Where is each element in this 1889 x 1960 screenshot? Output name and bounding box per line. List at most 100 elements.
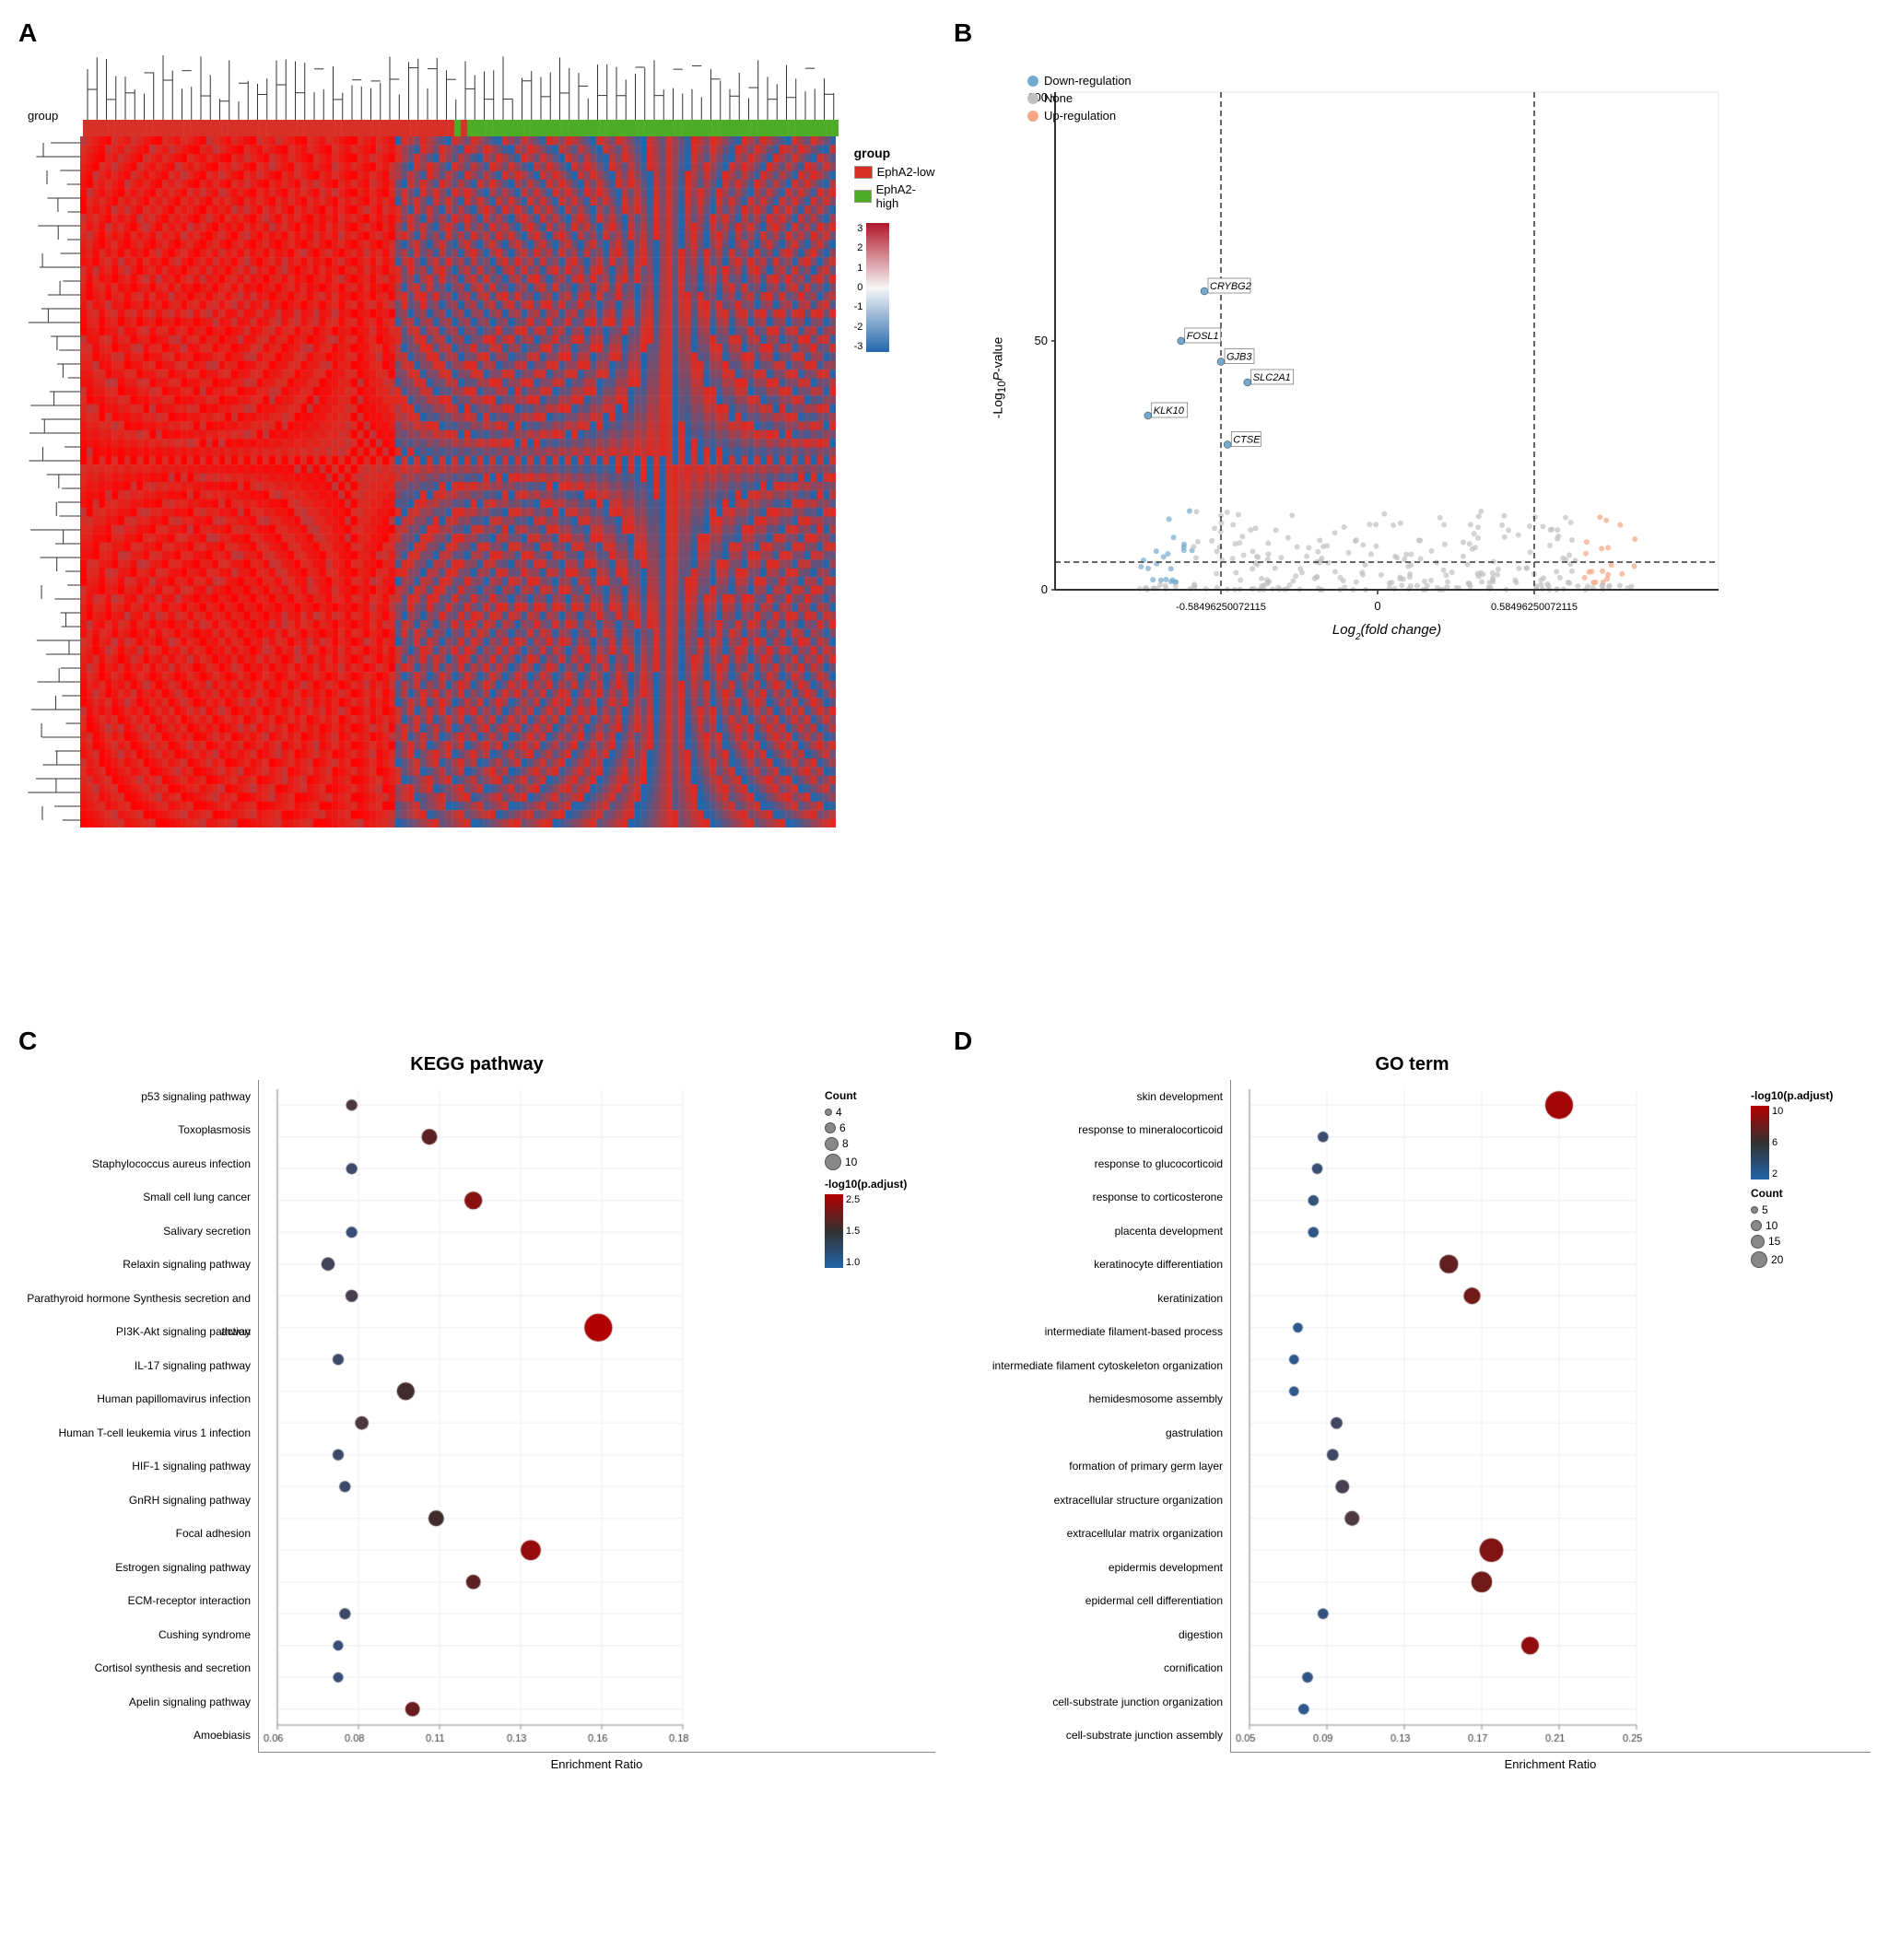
go-xaxis-label: Enrichment Ratio [1230, 1757, 1871, 1771]
dendrogram-top [83, 46, 839, 120]
yaxis-label: extracellular matrix organization [1067, 1517, 1223, 1551]
svg-text:-0.58496250072115: -0.58496250072115 [1176, 602, 1266, 613]
legend-epha2-high: EphA2-high [876, 182, 935, 210]
svg-text:50: 50 [1035, 334, 1048, 347]
yaxis-label: Toxoplasmosis [178, 1113, 251, 1147]
count-6: 6 [839, 1121, 846, 1134]
yaxis-label: placenta development [1115, 1215, 1223, 1249]
kegg-chart-area: Count 4 6 8 10 -log10(p.adju [258, 1080, 935, 1753]
go-padjust-legend-title: -log10(p.adjust) [1751, 1089, 1880, 1102]
yaxis-label: Small cell lung cancer [143, 1180, 251, 1215]
yaxis-label: intermediate filament-based process [1045, 1315, 1223, 1349]
yaxis-label: p53 signaling pathway [141, 1080, 251, 1114]
panel-d: D GO term skin developmentresponse to mi… [954, 1027, 1871, 1942]
yaxis-label: hemidesmosome assembly [1089, 1382, 1223, 1416]
yaxis-label: Apelin signaling pathway [129, 1685, 251, 1719]
yaxis-label: cornification [1164, 1651, 1223, 1685]
yaxis-label: Staphylococcus aureus infection [92, 1147, 251, 1181]
yaxis-label: Human papillomavirus infection [97, 1382, 251, 1416]
yaxis-label: response to glucocorticoid [1095, 1147, 1223, 1181]
go-chart-area: -log10(p.adjust) 10 6 2 Count 5 [1230, 1080, 1871, 1753]
go-count-5: 5 [1762, 1203, 1768, 1216]
kegg-yaxis: p53 signaling pathwayToxoplasmosisStaphy… [18, 1080, 258, 1753]
svg-text:CTSE: CTSE [1233, 435, 1261, 446]
yaxis-label: Cortisol synthesis and secretion [95, 1651, 251, 1685]
scale-0: 0 [854, 282, 863, 293]
yaxis-label: GnRH signaling pathway [129, 1484, 251, 1518]
color-scale-canvas [866, 223, 889, 352]
kegg-scale-high: 2.5 [846, 1194, 860, 1205]
go-legend: -log10(p.adjust) 10 6 2 Count 5 [1751, 1089, 1880, 1275]
yaxis-label: Parathyroid hormone Synthesis secretion … [18, 1282, 251, 1316]
kegg-scale-low: 1.0 [846, 1257, 860, 1268]
go-count-legend-title: Count [1751, 1187, 1880, 1200]
yaxis-label: response to corticosterone [1093, 1180, 1223, 1215]
go-canvas [1231, 1080, 1766, 1753]
svg-text:0.58496250072115: 0.58496250072115 [1491, 602, 1578, 613]
yaxis-label: keratinization [1157, 1282, 1223, 1316]
svg-text:Log2(fold change): Log2(fold change) [1332, 622, 1441, 642]
yaxis-label: HIF-1 signaling pathway [132, 1449, 251, 1484]
volcano-legend: Down-regulation None Up-regulation [1027, 74, 1132, 123]
yaxis-label: Cushing syndrome [158, 1618, 251, 1652]
scale-1-neg: -1 [854, 301, 863, 312]
kegg-canvas [259, 1080, 812, 1753]
svg-text:0: 0 [1041, 582, 1048, 596]
yaxis-label: cell-substrate junction assembly [1066, 1719, 1223, 1753]
kegg-padjust-legend-title: -log10(p.adjust) [825, 1178, 944, 1191]
yaxis-label: intermediate filament cytoskeleton organ… [992, 1349, 1223, 1383]
panel-b: B Down-regulation None Up-regulation -Lo… [954, 18, 1871, 999]
svg-text:CRYBG2: CRYBG2 [1210, 281, 1251, 292]
panel-c-label: C [18, 1027, 37, 1056]
panel-d-label: D [954, 1027, 972, 1056]
yaxis-label: ECM-receptor interaction [128, 1584, 251, 1618]
yaxis-label: Focal adhesion [176, 1517, 251, 1551]
yaxis-label: keratinocyte differentiation [1094, 1248, 1223, 1282]
svg-text:GJB3: GJB3 [1226, 352, 1252, 363]
go-count-20: 20 [1771, 1253, 1783, 1266]
svg-text:0: 0 [1374, 599, 1380, 613]
go-count-10: 10 [1766, 1219, 1778, 1232]
svg-text:KLK10: KLK10 [1154, 405, 1185, 417]
yaxis-label: extracellular structure organization [1054, 1484, 1223, 1518]
yaxis-label: IL-17 signaling pathway [135, 1349, 251, 1383]
legend-epha2-low: EphA2-low [877, 165, 935, 179]
kegg-count-legend-title: Count [825, 1089, 944, 1102]
kegg-xaxis-label: Enrichment Ratio [258, 1757, 935, 1771]
yaxis-label: digestion [1179, 1618, 1223, 1652]
panel-a-label: A [18, 18, 37, 48]
go-scale-high: 10 [1772, 1106, 1783, 1117]
count-4: 4 [836, 1106, 842, 1119]
panel-c: C KEGG pathway p53 signaling pathwayToxo… [18, 1027, 935, 1942]
go-scale-mid: 6 [1772, 1137, 1783, 1148]
yaxis-label: Relaxin signaling pathway [123, 1248, 251, 1282]
yaxis-label: PI3K-Akt signaling pathway [116, 1315, 251, 1349]
volcano-yaxis-label: -Log10P-value [990, 337, 1008, 418]
yaxis-label: cell-substrate junction organization [1052, 1685, 1223, 1719]
scale-2-neg: -2 [854, 322, 863, 333]
group-label-text: group [28, 109, 58, 123]
legend-none: None [1044, 91, 1073, 105]
scale-2-pos: 2 [854, 242, 863, 253]
yaxis-label: skin development [1137, 1080, 1223, 1114]
go-scale-low: 2 [1772, 1168, 1783, 1180]
yaxis-label: gastrulation [1166, 1416, 1223, 1450]
volcano-svg: 0 50 100 -0.58496250072115 0 0.584962500… [1009, 83, 1765, 654]
legend-downreg: Down-regulation [1044, 74, 1132, 88]
heatmap-legend: group EphA2-low EphA2-high 3 2 [854, 146, 935, 827]
go-count-15: 15 [1768, 1235, 1780, 1248]
yaxis-label: Estrogen signaling pathway [115, 1551, 251, 1585]
kegg-legend: Count 4 6 8 10 -log10(p.adju [825, 1089, 944, 1270]
dendrogram-left [18, 136, 80, 827]
panel-a: A [18, 18, 935, 999]
go-yaxis: skin developmentresponse to mineralocort… [954, 1080, 1230, 1753]
yaxis-label: formation of primary germ layer [1069, 1449, 1223, 1484]
kegg-scale-mid: 1.5 [846, 1226, 860, 1237]
legend-upreg: Up-regulation [1044, 109, 1116, 123]
count-10: 10 [845, 1156, 857, 1168]
scale-3-pos: 3 [854, 223, 863, 234]
yaxis-label: epidermal cell differentiation [1085, 1584, 1223, 1618]
scale-1-pos: 1 [854, 263, 863, 274]
scale-3-neg: -3 [854, 341, 863, 352]
legend-group-title: group [854, 146, 935, 160]
